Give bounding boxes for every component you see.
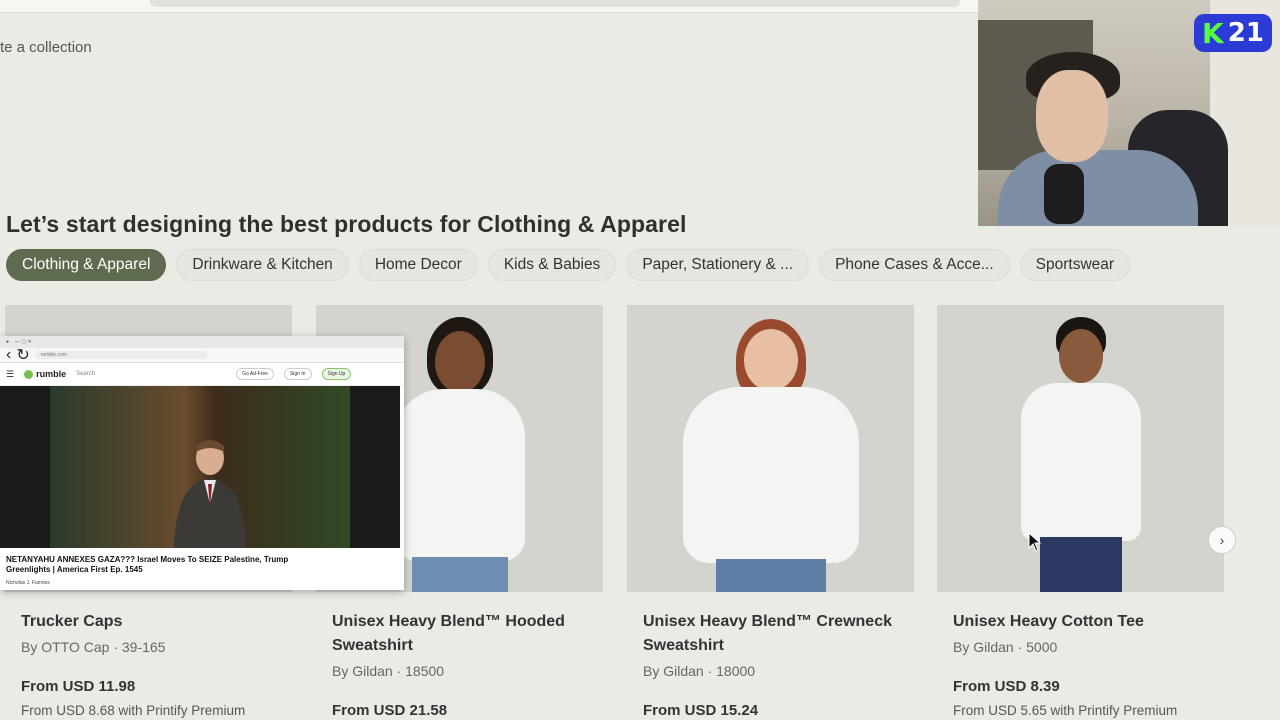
jeans-shape: [715, 559, 826, 592]
product-premium-price: From USD 8.68 with Printify Premium: [21, 703, 246, 718]
product-title[interactable]: Unisex Heavy Blend™ Crewneck Sweatshirt: [643, 610, 903, 658]
badge-letter: K: [1202, 16, 1224, 50]
video-presenter: [174, 440, 246, 548]
pip-menu-icon[interactable]: ☰: [6, 369, 14, 380]
tab-phone-cases[interactable]: Phone Cases & Acce...: [819, 249, 1010, 281]
tee-shape: [1020, 383, 1141, 541]
category-tabs: Clothing & Apparel Drinkware & Kitchen H…: [6, 249, 1131, 281]
product-brand: By OTTO Cap · 39-165: [21, 639, 166, 655]
tab-drinkware-kitchen[interactable]: Drinkware & Kitchen: [176, 249, 349, 281]
webcam-overlay: K 21: [978, 0, 1280, 226]
tab-sportswear[interactable]: Sportswear: [1019, 249, 1131, 281]
tab-paper-stationery[interactable]: Paper, Stationery & ...: [626, 249, 810, 281]
webcam-person-face: [1036, 70, 1108, 162]
microphone-icon: [1044, 164, 1084, 224]
address-bar[interactable]: [150, 0, 960, 7]
hoodie-shape: [394, 389, 525, 561]
jeans-shape: [1039, 537, 1122, 592]
product-title[interactable]: Unisex Heavy Cotton Tee: [953, 610, 1213, 634]
pip-back-icon[interactable]: ‹: [6, 346, 11, 364]
rumble-logo[interactable]: rumble: [24, 369, 66, 379]
product-price: From USD 11.98: [21, 678, 136, 695]
tab-kids-babies[interactable]: Kids & Babies: [487, 249, 617, 281]
create-collection-link[interactable]: te a collection: [0, 39, 92, 56]
pip-url[interactable]: rumble.com: [34, 351, 207, 359]
tab-clothing-apparel[interactable]: Clothing & Apparel: [6, 249, 167, 281]
pip-video-player[interactable]: [0, 386, 400, 548]
chevron-right-icon: ›: [1219, 532, 1225, 548]
tab-home-decor[interactable]: Home Decor: [358, 249, 478, 281]
channel-logo-badge: K 21: [1194, 14, 1272, 52]
product-price: From USD 8.39: [953, 678, 1060, 695]
product-brand: By Gildan · 18500: [332, 663, 445, 679]
pip-tab-icon: ●: [6, 339, 10, 345]
pip-tab-strip: ● — ▢ ✕: [0, 336, 404, 348]
badge-number: 21: [1227, 18, 1264, 48]
pip-search[interactable]: Search: [76, 371, 226, 377]
pip-reload-icon[interactable]: ↻: [16, 345, 29, 365]
sign-up-button[interactable]: Sign Up: [321, 368, 352, 380]
product-card-crewneck-sweatshirt[interactable]: Unisex Heavy Blend™ Crewneck Sweatshirt …: [627, 305, 914, 719]
go-ad-free-button[interactable]: Go Ad-Free: [236, 368, 274, 380]
pip-channel-name[interactable]: Nicholas J. Fuentes: [6, 580, 50, 586]
product-image[interactable]: [627, 305, 914, 592]
model-face: [1058, 329, 1103, 383]
crewneck-shape: [682, 387, 859, 563]
carousel-next-button[interactable]: ›: [1208, 526, 1236, 554]
product-brand: By Gildan · 18000: [643, 663, 756, 679]
product-title[interactable]: Trucker Caps: [21, 610, 281, 634]
product-card-heavy-cotton-tee[interactable]: Unisex Heavy Cotton Tee By Gildan · 5000…: [937, 305, 1224, 718]
pip-browser-window[interactable]: ● — ▢ ✕ ‹ ↻ rumble.com ☰ rumble Search G…: [0, 336, 404, 590]
pip-video-title[interactable]: NETANYAHU ANNEXES GAZA??? Israel Moves T…: [6, 555, 306, 575]
page-headline: Let’s start designing the best products …: [6, 211, 687, 237]
browser-address-strip: [0, 0, 980, 13]
rumble-logo-icon: [24, 369, 34, 379]
sign-in-button[interactable]: Sign In: [283, 368, 312, 380]
product-premium-price: From USD 5.65 with Printify Premium: [953, 703, 1178, 718]
model-face: [743, 329, 798, 391]
product-brand: By Gildan · 5000: [953, 639, 1058, 655]
product-price: From USD 21.58: [332, 702, 448, 719]
pip-site-nav: ☰ rumble Search Go Ad-Free Sign In Sign …: [0, 363, 404, 386]
product-price: From USD 15.24: [643, 702, 759, 719]
product-title[interactable]: Unisex Heavy Blend™ Hooded Sweatshirt: [332, 610, 592, 658]
product-image[interactable]: [937, 305, 1224, 592]
model-face: [434, 331, 485, 393]
mouse-cursor-icon: [1028, 532, 1042, 552]
jeans-shape: [411, 557, 508, 592]
webcam-person-body: [998, 150, 1198, 226]
pip-address-bar[interactable]: ‹ ↻ rumble.com: [0, 345, 404, 365]
